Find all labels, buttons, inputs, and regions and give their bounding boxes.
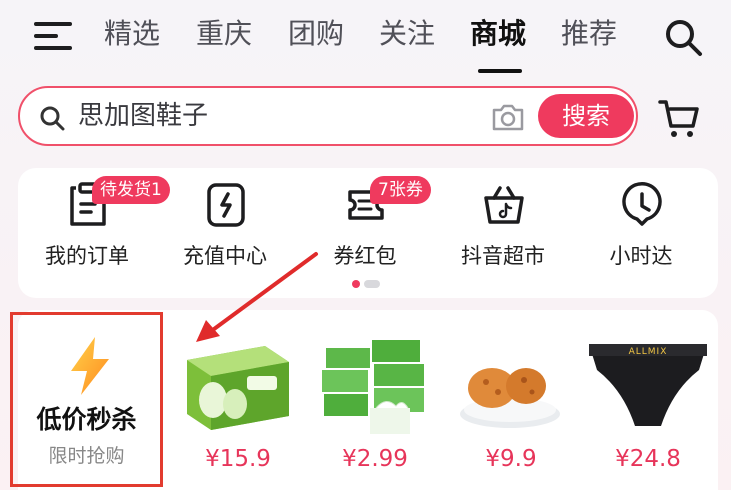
product-price: ¥2.99	[342, 446, 408, 472]
page-dot	[364, 280, 380, 288]
search-input[interactable]: 思加图鞋子	[78, 99, 208, 133]
tab-chongqing[interactable]: 重庆	[196, 14, 252, 54]
quick-entry-recharge[interactable]: 充值中心	[160, 168, 290, 278]
tissue-packs-image	[322, 340, 424, 434]
flash-sale-subtitle: 限时抢购	[48, 445, 125, 467]
pastry-plate-image	[460, 368, 560, 428]
search-button[interactable]: 搜索	[538, 94, 634, 138]
quick-entry-label: 充值中心	[183, 244, 267, 268]
brand-waistband-text: ALLMIX	[629, 347, 668, 357]
quick-entry-panel: 待发货1 我的订单 充值中心 7张券 券红包 抖音超市 小时达	[18, 168, 718, 298]
menu-icon[interactable]	[34, 20, 72, 52]
recharge-icon	[207, 183, 245, 227]
quick-entry-label: 小时达	[609, 244, 673, 268]
yogurt-box-image	[187, 346, 289, 430]
product-price: ¥9.9	[485, 446, 537, 472]
tab-jingxuan[interactable]: 精选	[104, 14, 160, 54]
top-navigation: 精选 重庆 团购 关注 商城 推荐	[0, 0, 731, 80]
tab-tuangou[interactable]: 团购	[288, 14, 344, 54]
quick-entry-label: 抖音超市	[461, 244, 545, 268]
tab-guanzhu[interactable]: 关注	[379, 14, 435, 54]
underwear-image: ALLMIX	[589, 344, 707, 426]
search-bar[interactable]: 思加图鞋子 搜索	[18, 86, 638, 146]
product-card[interactable]: ALLMIX ¥24.8	[583, 310, 713, 488]
search-icon	[40, 106, 65, 131]
page-indicator	[352, 280, 392, 288]
pending-shipment-badge: 待发货1	[92, 176, 170, 204]
search-icon[interactable]	[662, 16, 704, 58]
product-price: ¥24.8	[615, 446, 681, 472]
quick-entry-label: 券红包	[333, 244, 397, 268]
clock-icon	[622, 181, 662, 226]
supermarket-icon	[484, 186, 524, 224]
deals-row: 低价秒杀 限时抢购 ¥15.9 ¥2.99 ¥9.9 ALLMIX ¥24.8	[10, 310, 718, 490]
flash-sale-entry[interactable]: 低价秒杀 限时抢购	[10, 312, 163, 487]
lightning-icon	[71, 337, 109, 395]
coupon-count-badge: 7张券	[370, 176, 431, 204]
cart-icon[interactable]	[658, 96, 702, 140]
product-card[interactable]: ¥15.9	[173, 310, 303, 488]
active-tab-indicator	[478, 69, 522, 73]
page-dot-active	[352, 280, 360, 288]
quick-entry-coupons[interactable]: 7张券 券红包	[300, 168, 431, 278]
camera-icon[interactable]	[490, 102, 526, 132]
quick-entry-supermarket[interactable]: 抖音超市	[438, 168, 568, 278]
product-price: ¥15.9	[205, 446, 271, 472]
tab-shangcheng[interactable]: 商城	[470, 14, 526, 54]
quick-entry-hourly-delivery[interactable]: 小时达	[576, 168, 706, 278]
product-card[interactable]: ¥9.9	[446, 310, 576, 488]
product-card[interactable]: ¥2.99	[310, 310, 440, 488]
flash-sale-title: 低价秒杀	[36, 405, 137, 434]
quick-entry-label: 我的订单	[45, 244, 129, 268]
quick-entry-my-orders[interactable]: 待发货1 我的订单	[22, 168, 170, 278]
tab-tuijian[interactable]: 推荐	[561, 14, 617, 54]
